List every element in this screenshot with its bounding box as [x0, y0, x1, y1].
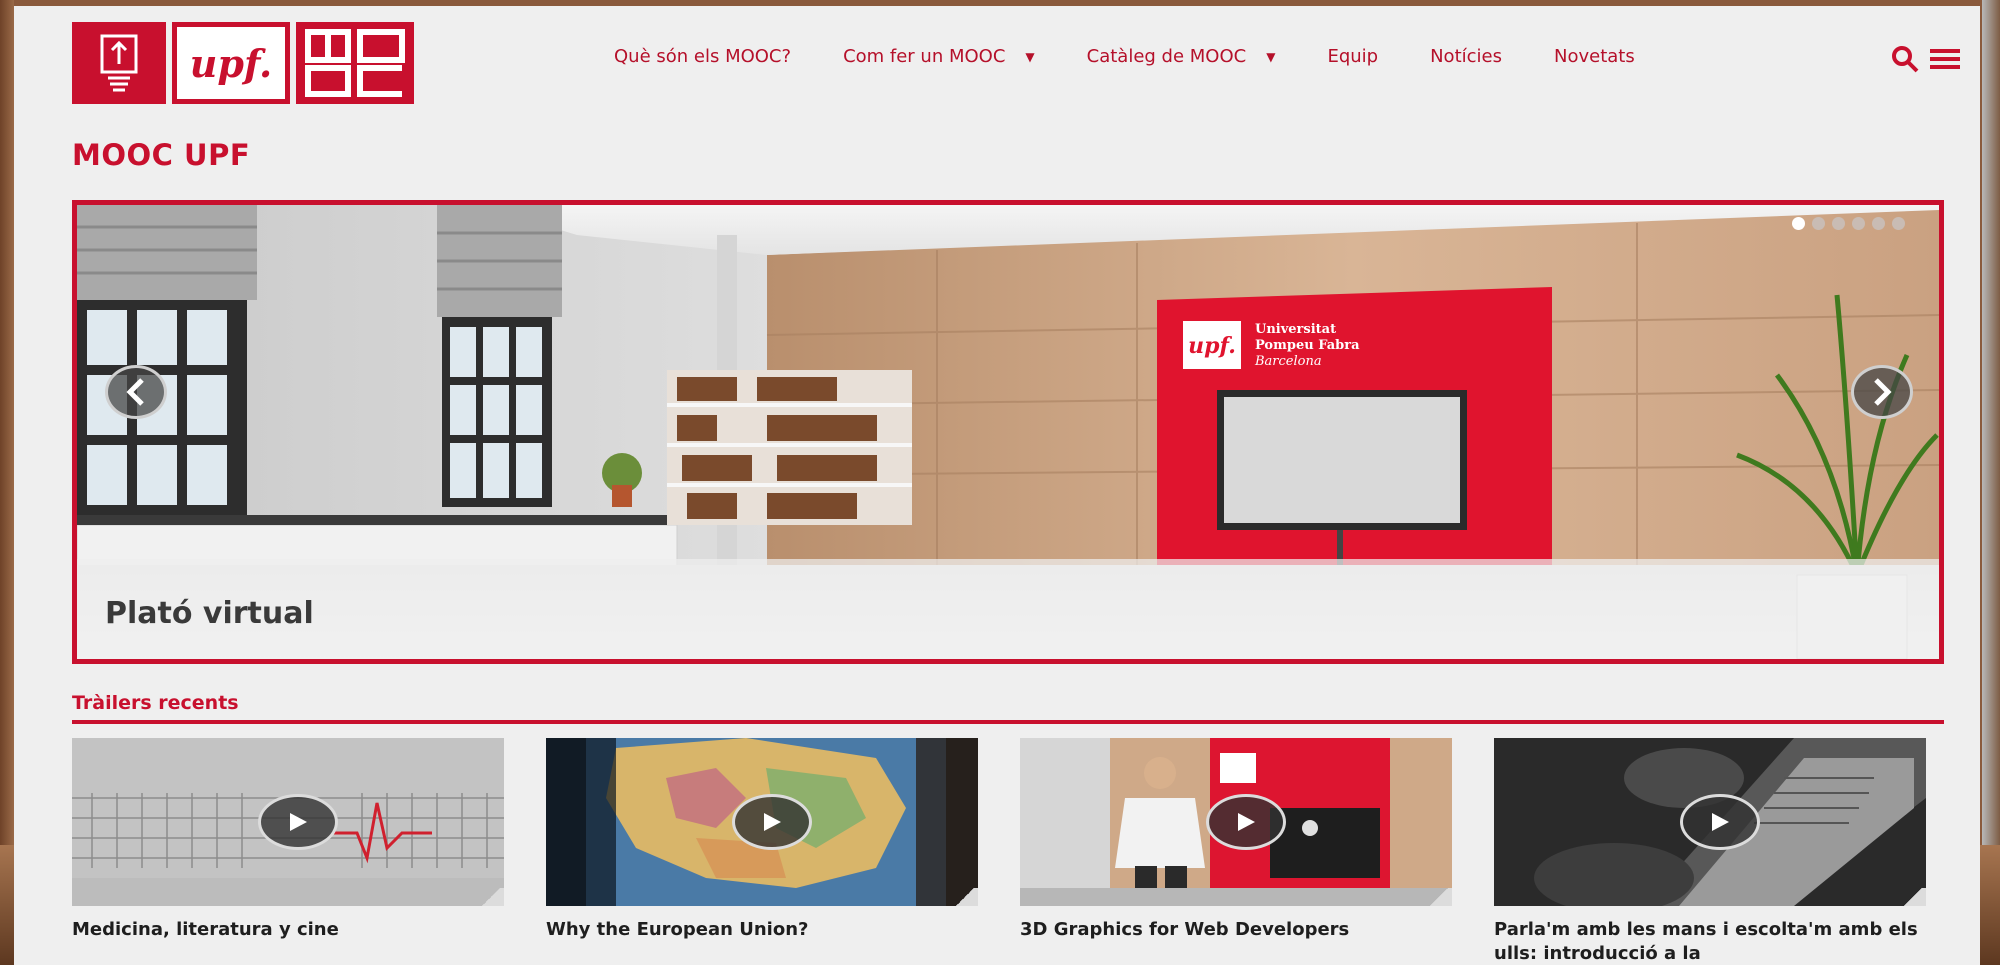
trailer-card[interactable]: 3D Graphics for Web Developers [1020, 738, 1452, 942]
page-title: MOOC UPF [72, 138, 251, 172]
nav-item-equip[interactable]: Equip [1327, 46, 1378, 67]
backdrop-text-line-1: Universitat [1255, 322, 1336, 337]
trailer-title[interactable]: Why the European Union? [546, 918, 978, 942]
page-corner-fold [1900, 888, 1926, 906]
svg-text:upf.: upf. [1188, 333, 1236, 359]
play-icon[interactable] [1206, 794, 1286, 850]
trailer-card[interactable]: Parla'm amb les mans i escolta'm amb els… [1494, 738, 1926, 965]
caret-down-icon: ▼ [1266, 49, 1276, 64]
nav-item-label: Què són els MOOC? [614, 46, 792, 67]
carousel-dot[interactable] [1832, 217, 1845, 230]
trailer-thumbnail[interactable] [72, 738, 504, 906]
trailer-thumbnail[interactable] [546, 738, 978, 906]
page-corner-fold [478, 888, 504, 906]
trailer-title[interactable]: Parla'm amb les mans i escolta'm amb els… [1494, 918, 1926, 965]
main-nav: Què són els MOOC? Com fer un MOOC ▼ Catàl… [614, 46, 1687, 67]
backdrop-text-line-2: Pompeu Fabra [1255, 338, 1360, 353]
carousel-caption[interactable]: Plató virtual [105, 596, 314, 631]
play-icon[interactable] [1680, 794, 1760, 850]
nav-item-label: Com fer un MOOC [843, 46, 1006, 67]
nav-item-label: Novetats [1553, 46, 1635, 67]
trailer-card[interactable]: Why the European Union? [546, 738, 978, 942]
upf-logo[interactable]: upf. [172, 22, 290, 104]
section-divider [72, 720, 1944, 724]
header-icons [1890, 44, 1960, 78]
hero-carousel[interactable]: upf. Universitat Pompeu Fabra Barcelona [72, 200, 1944, 664]
nav-item-com-fer[interactable]: Com fer un MOOC ▼ [843, 46, 1035, 67]
nav-item-que-son[interactable]: Què són els MOOC? [614, 46, 791, 67]
page-corner-fold [952, 888, 978, 906]
background-edge-right [1982, 0, 2000, 965]
search-icon[interactable] [1890, 44, 1920, 78]
carousel-indicators [1792, 217, 1905, 230]
trailer-title[interactable]: 3D Graphics for Web Developers [1020, 918, 1452, 942]
hamburger-menu-icon[interactable] [1930, 46, 1960, 76]
carousel-dot[interactable] [1792, 217, 1805, 230]
trailer-thumbnail[interactable] [1020, 738, 1452, 906]
nav-item-label: Catàleg de MOOC [1086, 46, 1247, 67]
carousel-caption-bar [77, 559, 1939, 659]
mooc-logo-icon[interactable] [296, 22, 414, 104]
nav-item-label: Notícies [1430, 46, 1502, 67]
play-icon[interactable] [258, 794, 338, 850]
nav-item-novetats[interactable]: Novetats [1554, 46, 1635, 67]
carousel-dot[interactable] [1872, 217, 1885, 230]
caret-down-icon: ▼ [1025, 49, 1035, 64]
trailer-card[interactable]: Medicina, literatura y cine [72, 738, 504, 942]
carousel-prev-button[interactable] [105, 365, 167, 419]
trailer-title[interactable]: Medicina, literatura y cine [72, 918, 504, 942]
background-edge-left [0, 0, 14, 965]
site-logos[interactable]: upf. [72, 22, 414, 104]
nav-item-label: Equip [1327, 46, 1379, 67]
upf-logo-text: upf. [177, 27, 285, 99]
browser-page: upf. Què són els MOOC? Com fer un MOOC ▼ … [14, 6, 1980, 965]
nav-item-cataleg[interactable]: Catàleg de MOOC ▼ [1087, 46, 1276, 67]
section-title: Tràilers recents [72, 692, 239, 714]
backdrop-text-line-3: Barcelona [1254, 354, 1322, 369]
carousel-dot[interactable] [1812, 217, 1825, 230]
chevron-left-icon [126, 378, 144, 406]
carousel-dot[interactable] [1892, 217, 1905, 230]
trailer-thumbnail[interactable] [1494, 738, 1926, 906]
page-corner-fold [1426, 888, 1452, 906]
chevron-right-icon [1874, 378, 1892, 406]
nav-item-noticies[interactable]: Notícies [1430, 46, 1502, 67]
play-icon[interactable] [732, 794, 812, 850]
lamp-logo-icon[interactable] [72, 22, 166, 104]
carousel-dot[interactable] [1852, 217, 1865, 230]
carousel-next-button[interactable] [1851, 365, 1913, 419]
